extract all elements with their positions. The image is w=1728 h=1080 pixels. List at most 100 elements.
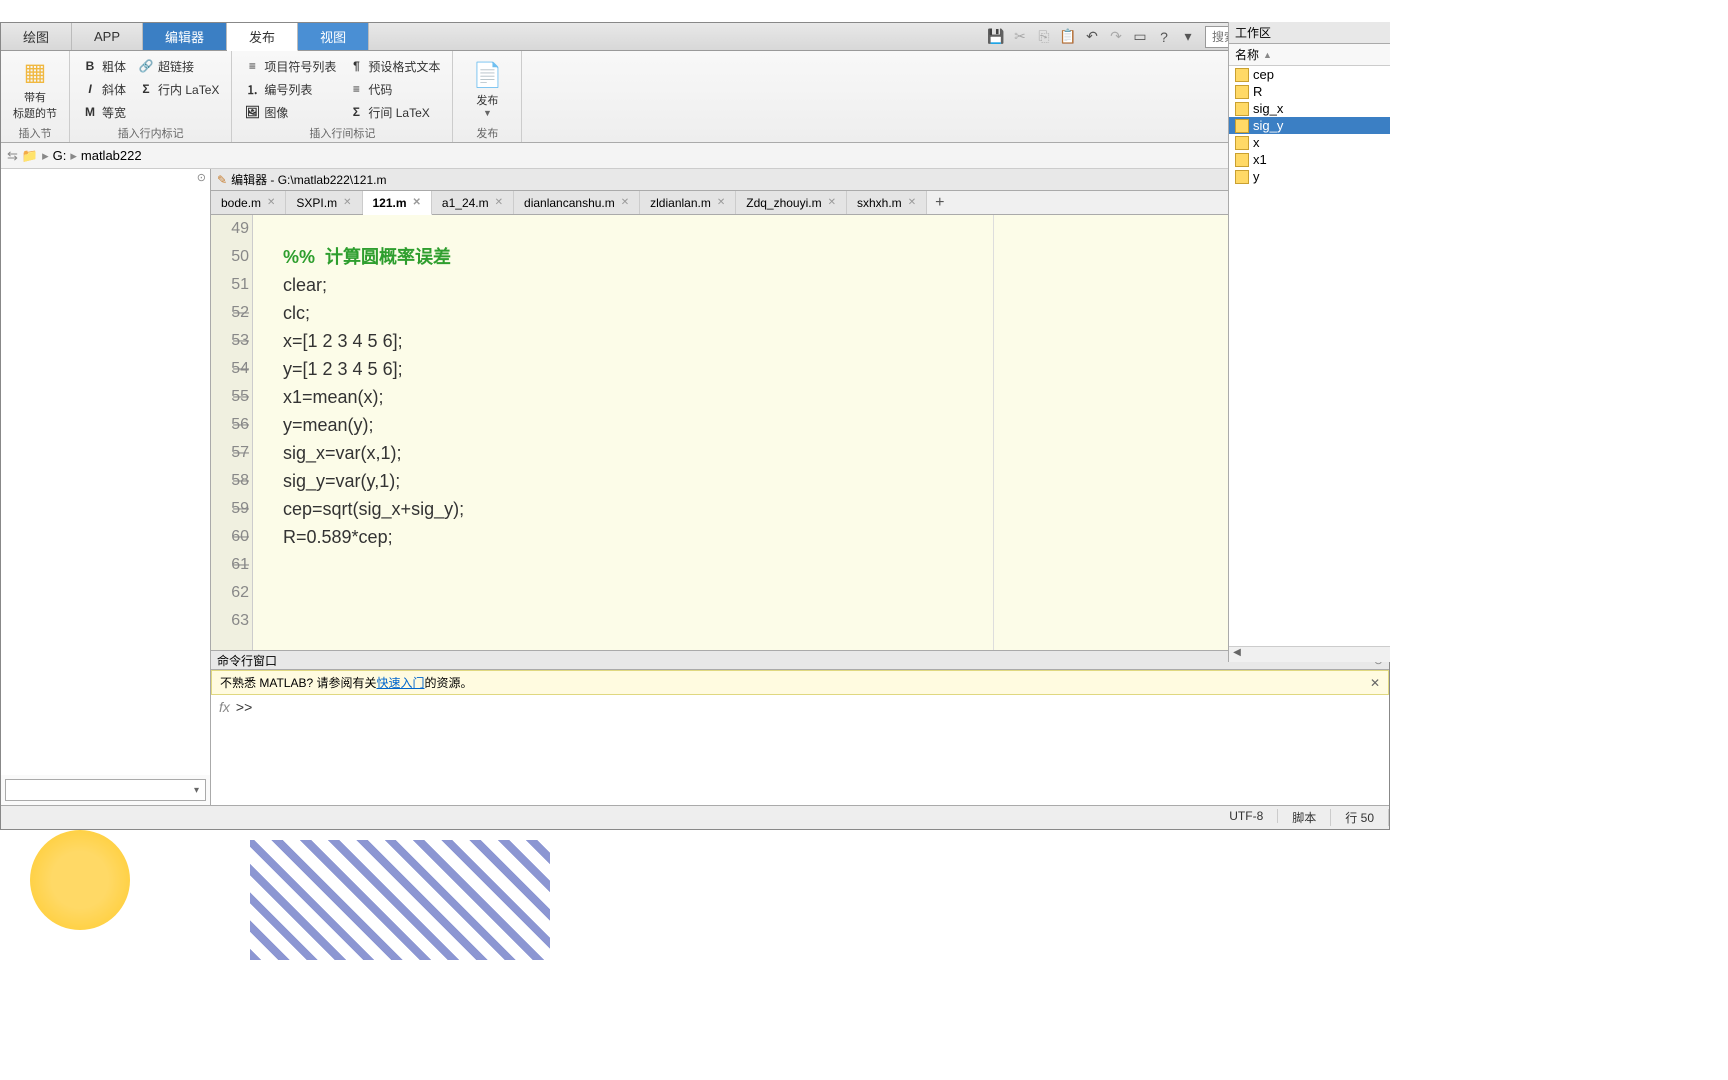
help-icon[interactable]: ? [1153,26,1175,48]
code-ruler [993,215,994,650]
undo-icon[interactable]: ↶ [1081,26,1103,48]
command-input-area[interactable]: fx >> [211,695,1389,805]
code-line[interactable] [283,607,1371,635]
code-line[interactable]: sig_x=var(x,1); [283,439,1371,467]
preformat-button[interactable]: ¶预设格式文本 [344,55,444,77]
code-line[interactable] [283,579,1371,607]
details-dropdown[interactable]: ▾ [5,779,206,801]
code-line[interactable]: clear; [283,271,1371,299]
path-drive[interactable]: G: [53,148,67,163]
save-icon[interactable]: 💾 [985,26,1007,48]
workspace-column-name[interactable]: 名称 ▲ [1229,44,1390,66]
code-line[interactable]: R=0.589*cep; [283,523,1371,551]
code-line[interactable]: y=mean(y); [283,411,1371,439]
image-button[interactable]: 🖼图像 [240,101,340,123]
nav-arrows[interactable]: ⇆ [7,148,18,164]
workspace-variable[interactable]: x1 [1229,151,1390,168]
code-icon: ≡ [348,82,364,96]
cut-icon[interactable]: ✂ [1009,26,1031,48]
code-line[interactable]: y=[1 2 3 4 5 6]; [283,355,1371,383]
file-tab-label: 121.m [373,196,407,210]
tab-close-icon[interactable]: ✕ [828,197,836,208]
hint-close-icon[interactable]: ✕ [1370,676,1380,690]
file-tab-label: SXPI.m [296,196,337,210]
mono-button[interactable]: M等宽 [78,101,130,123]
tab-close-icon[interactable]: ✕ [343,197,351,208]
folder-tree[interactable]: ⊙ [1,169,210,775]
file-tab[interactable]: zldianlan.m✕ [640,191,736,214]
code-area[interactable]: %% 计算圆概率误差clear;clc;x=[1 2 3 4 5 6];y=[1… [253,215,1371,650]
new-tab-button[interactable]: + [927,191,952,214]
file-tab[interactable]: a1_24.m✕ [432,191,514,214]
paste-icon[interactable]: 📋 [1057,26,1079,48]
gutter-line: 51 — [211,271,246,299]
section-icon: ▦ [24,58,47,87]
code-line[interactable]: %% 计算圆概率误差 [283,243,1371,271]
panel-menu-icon[interactable]: ⊙ [197,171,206,184]
ribbon-toolbar: ▦ 带有 标题的节 插入节 B粗体 I斜体 M等宽 🔗超链接 Σ行内 LaTeX… [1,51,1389,143]
workspace-panel: 工作区 名称 ▲ cepRsig_xsig_yxx1y ◀ [1228,22,1390,662]
tab-close-icon[interactable]: ✕ [413,197,421,208]
italic-icon: I [82,82,98,96]
editor-titlebar: ✎ 编辑器 - G:\matlab222\121.m ⊙ ✕ [211,169,1389,191]
code-line[interactable]: clc; [283,299,1371,327]
file-tab[interactable]: sxhxh.m✕ [847,191,927,214]
code-line[interactable] [283,215,1371,243]
section-group-label: 插入节 [9,123,61,141]
workspace-variable[interactable]: x [1229,134,1390,151]
variable-icon [1235,153,1249,167]
hint-link[interactable]: 快速入门 [376,674,424,691]
tab-view[interactable]: 视图 [298,23,369,50]
tab-close-icon[interactable]: ✕ [267,197,275,208]
tab-publish[interactable]: 发布 [227,23,298,51]
scroll-left-icon[interactable]: ◀ [1229,647,1245,662]
file-tab[interactable]: bode.m✕ [211,191,286,214]
line-latex-button[interactable]: Σ行间 LaTeX [344,101,444,123]
redo-icon[interactable]: ↷ [1105,26,1127,48]
tab-app[interactable]: APP [72,23,143,50]
variable-icon [1235,68,1249,82]
num-list-button[interactable]: ⒈编号列表 [240,78,340,100]
code-line[interactable]: sig_y=var(y,1); [283,467,1371,495]
workspace-title: 工作区 [1229,22,1390,44]
copy-icon[interactable]: ⎘ [1033,26,1055,48]
menu-tabstrip: 绘图 APP 编辑器 发布 视图 💾 ✂ ⎘ 📋 ↶ ↷ ▭ ? ▾ [1,23,1389,51]
section-button[interactable]: ▦ 带有 标题的节 [9,55,61,123]
gutter-line: 52 — [211,299,246,327]
file-tab[interactable]: SXPI.m ✕ [286,191,362,214]
italic-button[interactable]: I斜体 [78,78,130,100]
tab-close-icon[interactable]: ✕ [717,197,725,208]
file-tab[interactable]: dianlancanshu.m✕ [514,191,640,214]
workspace-variable[interactable]: cep [1229,66,1390,83]
tab-close-icon[interactable]: ✕ [908,197,916,208]
workspace-variable[interactable]: sig_y [1229,117,1390,134]
code-line[interactable]: x=[1 2 3 4 5 6]; [283,327,1371,355]
code-line[interactable]: cep=sqrt(sig_x+sig_y); [283,495,1371,523]
workspace-variable[interactable]: sig_x [1229,100,1390,117]
variable-name: sig_x [1253,101,1283,116]
file-tab[interactable]: Zdq_zhouyi.m✕ [736,191,847,214]
publish-button[interactable]: 📄 发布 ▼ [461,55,513,123]
bullet-list-button[interactable]: ≡项目符号列表 [240,55,340,77]
status-filetype: 脚本 [1278,809,1331,826]
fx-icon[interactable]: fx [219,699,230,715]
window-icon[interactable]: ▭ [1129,26,1151,48]
code-button[interactable]: ≡代码 [344,78,444,100]
workspace-variable[interactable]: y [1229,168,1390,185]
workspace-variable[interactable]: R [1229,83,1390,100]
workspace-hscroll[interactable]: ◀ [1229,646,1390,662]
tab-close-icon[interactable]: ✕ [621,197,629,208]
code-line[interactable]: x1=mean(x); [283,383,1371,411]
dropdown-icon[interactable]: ▾ [1177,26,1199,48]
code-line[interactable] [283,551,1371,579]
tab-close-icon[interactable]: ✕ [495,197,503,208]
hyperlink-button[interactable]: 🔗超链接 [134,55,223,77]
inline-latex-button[interactable]: Σ行内 LaTeX [134,78,223,100]
tab-editor[interactable]: 编辑器 [143,23,227,50]
path-folder[interactable]: matlab222 [81,148,142,163]
tab-plot[interactable]: 绘图 [1,23,72,50]
code-editor[interactable]: 49 50 51 —52 —53 —54 —55 —56 —57 —58 —59… [211,215,1389,650]
bold-button[interactable]: B粗体 [78,55,130,77]
variable-icon [1235,170,1249,184]
file-tab[interactable]: 121.m ✕ [363,191,432,215]
